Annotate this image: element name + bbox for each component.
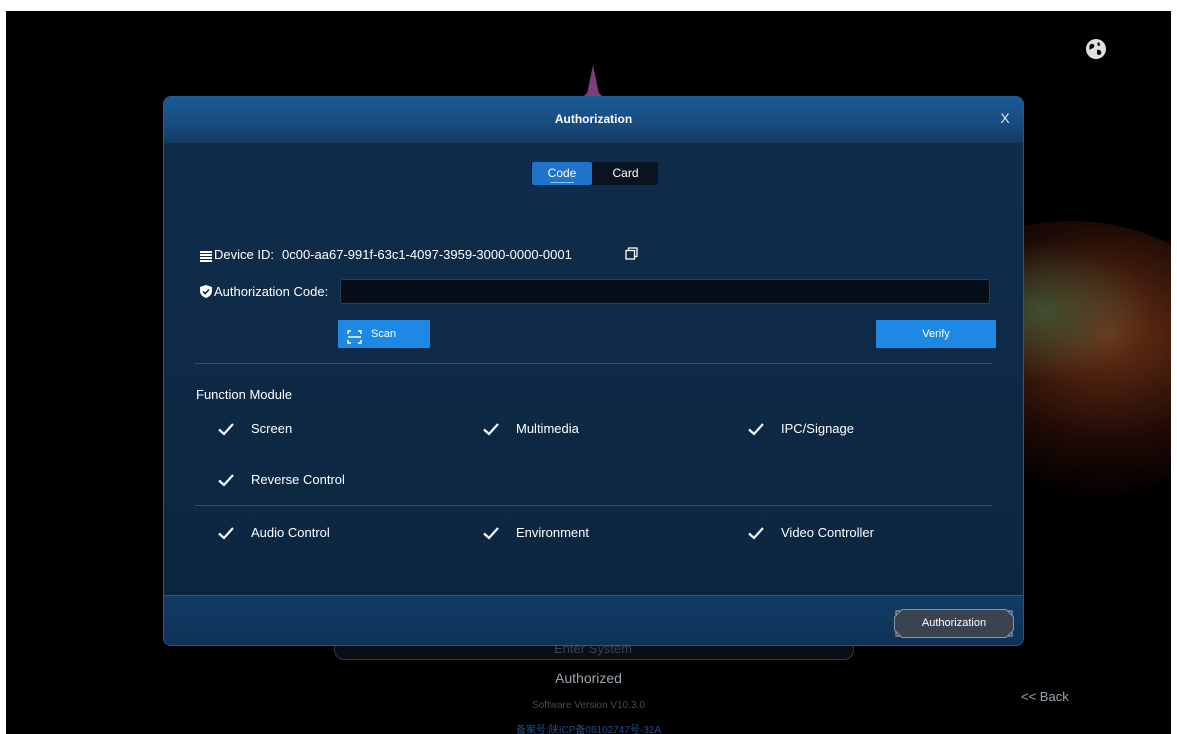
module-label: Video Controller [781,525,874,540]
module-label: Audio Control [251,525,330,540]
module-label: Screen [251,421,293,436]
check-icon [483,423,499,436]
back-link[interactable]: << Back [1021,689,1069,704]
globe-icon[interactable] [1085,38,1107,60]
icp-link[interactable]: 备案号:陕ICP备08102747号-32A [6,721,1171,734]
check-icon [483,527,499,540]
authorization-code-label: Authorization Code: [214,284,329,299]
dialog-title: Authorization [554,112,633,126]
scan-button[interactable]: Scan [338,320,430,348]
module-label: Environment [516,525,589,540]
tab-card[interactable]: Card [594,162,657,185]
authorization-code-input[interactable] [340,279,990,304]
check-icon [748,423,764,436]
mode-toggle: Code Card [531,162,658,185]
authorization-button-label: Authorization [921,617,987,629]
device-id-value: 0c00-aa67-991f-63c1-4097-3959-3000-0000-… [282,247,572,262]
check-icon [218,423,234,436]
scan-label: Scan [371,328,397,340]
authorization-dialog: Authorization X Code Card Device ID: 0c0… [163,96,1024,646]
close-icon[interactable]: X [997,110,1013,126]
module-label: Reverse Control [251,472,345,487]
divider [195,363,992,364]
scan-icon [347,327,362,355]
check-icon [218,474,234,487]
shield-check-icon [200,285,212,303]
module-label: IPC/Signage [781,421,854,436]
check-icon [748,527,764,540]
authorization-button[interactable]: Authorization [894,609,1014,638]
device-id-label: Device ID: [214,247,274,262]
dialog-header: Authorization X [164,97,1023,144]
tab-code[interactable]: Code [532,162,592,185]
list-icon [200,249,212,267]
module-label: Multimedia [516,421,579,436]
app-screen: Enter System Authorized Software Version… [6,11,1171,734]
check-icon [218,527,234,540]
function-module-title: Function Module [196,387,293,402]
dialog-footer: Authorization [164,595,1023,645]
software-version: Software Version V10.3.0 [532,700,645,711]
authorized-status: Authorized [555,670,622,686]
verify-button[interactable]: Verify [876,320,996,348]
divider [195,505,992,506]
copy-icon[interactable] [625,247,638,265]
dialog-body: Code Card Device ID: 0c00-aa67-991f-63c1… [164,143,1023,595]
